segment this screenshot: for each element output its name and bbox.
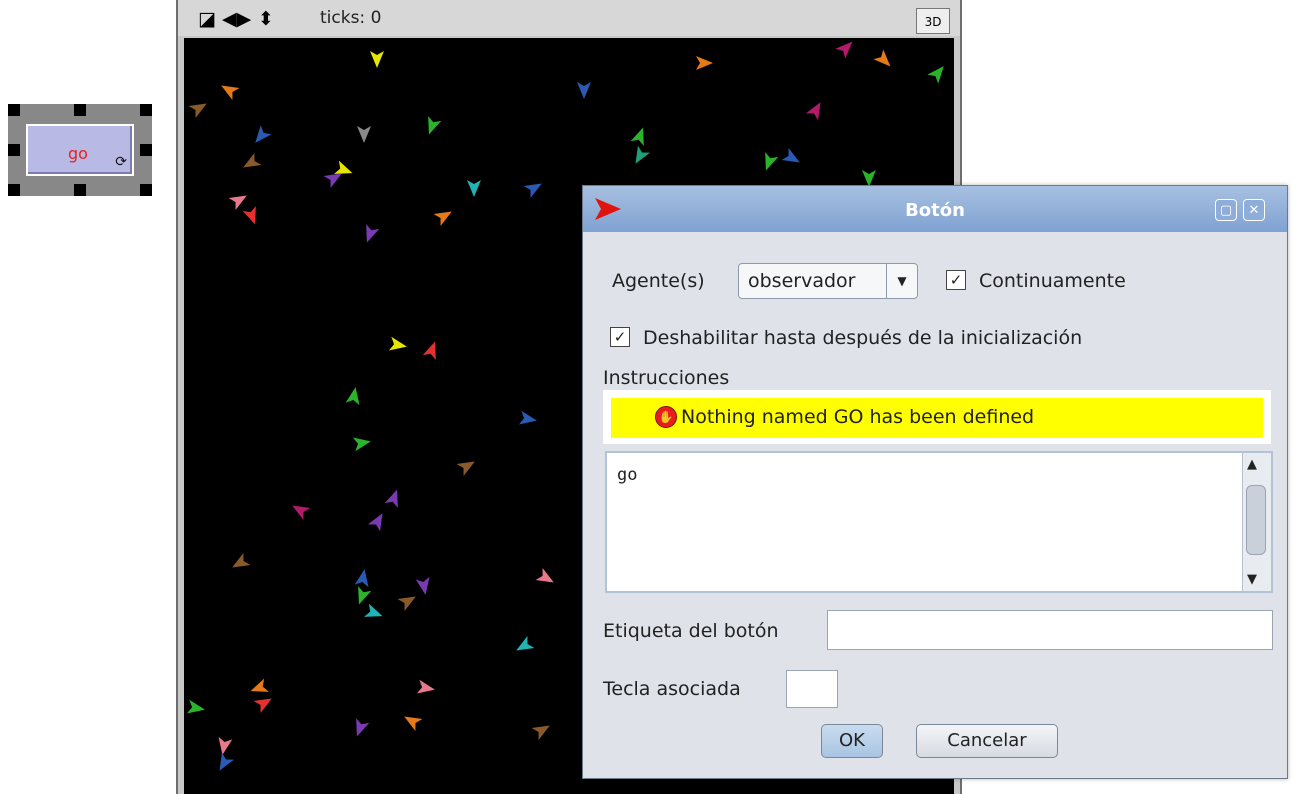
turtle xyxy=(243,152,262,168)
3d-view-button[interactable]: 3D xyxy=(916,8,950,34)
turtle xyxy=(357,126,371,143)
turtle xyxy=(358,586,372,605)
turtle xyxy=(218,736,233,755)
turtle xyxy=(765,152,779,171)
resize-handle[interactable] xyxy=(140,104,152,116)
go-button[interactable]: go ⟳ xyxy=(26,124,134,176)
restore-button[interactable]: ▢ xyxy=(1215,199,1237,221)
turtle xyxy=(292,505,311,521)
turtle xyxy=(415,576,430,595)
turtle xyxy=(467,180,481,197)
turtle xyxy=(364,603,383,617)
turtle xyxy=(523,183,542,199)
resize-handle[interactable] xyxy=(8,144,20,156)
code-text[interactable]: go xyxy=(617,465,637,485)
resize-handle[interactable] xyxy=(8,184,20,196)
agents-select[interactable]: observador ▼ xyxy=(738,263,918,299)
turtle xyxy=(927,66,944,84)
turtle xyxy=(873,49,891,67)
turtle xyxy=(384,489,398,508)
resize-handle[interactable] xyxy=(140,184,152,196)
error-highlight: ✋ Nothing named GO has been defined xyxy=(611,398,1263,438)
forever-label: Continuamente xyxy=(979,270,1126,292)
turtle xyxy=(186,699,205,714)
disable-until-setup-label: Deshabilitar hasta después de la inicial… xyxy=(643,327,1083,349)
turtle xyxy=(835,41,853,59)
agents-selected-value: observador xyxy=(748,270,856,292)
button-dialog: Botón ▢ ✕ Agente(s) observador ▼ ✓ Conti… xyxy=(582,185,1288,779)
turtle xyxy=(242,206,256,225)
turtle xyxy=(422,341,436,360)
agents-label: Agente(s) xyxy=(612,270,705,292)
turtle xyxy=(456,461,475,477)
turtle xyxy=(635,145,651,164)
turtle xyxy=(397,596,416,612)
disable-until-setup-checkbox[interactable]: ✓ xyxy=(610,327,630,347)
code-scrollbar[interactable]: ▲ ▼ xyxy=(1242,453,1271,591)
resize-handle[interactable] xyxy=(140,144,152,156)
resize-handle[interactable] xyxy=(8,104,20,116)
error-banner: ✋ Nothing named GO has been defined xyxy=(603,390,1271,444)
stop-hand-icon: ✋ xyxy=(655,406,677,428)
dialog-titlebar[interactable]: Botón ▢ ✕ xyxy=(583,186,1287,232)
turtle xyxy=(250,678,269,692)
ticks-counter: ticks: 0 xyxy=(320,8,382,28)
scroll-down-icon[interactable]: ▼ xyxy=(1247,572,1257,587)
turtle xyxy=(370,51,384,68)
go-button-label: go xyxy=(68,144,88,163)
turtle xyxy=(696,56,713,70)
resize-diagonal-icon[interactable]: ◪ xyxy=(198,8,216,30)
scroll-thumb[interactable] xyxy=(1246,485,1266,555)
cancel-button[interactable]: Cancelar xyxy=(916,724,1058,758)
chevron-down-icon: ▼ xyxy=(886,264,917,298)
go-button-widget[interactable]: go ⟳ xyxy=(8,104,152,196)
turtle xyxy=(255,125,272,143)
turtle xyxy=(367,513,383,532)
turtle xyxy=(516,635,535,651)
resize-vertical-icon[interactable]: ⬍ xyxy=(258,8,274,30)
forever-arrows-icon: ⟳ xyxy=(115,154,127,170)
dialog-title: Botón xyxy=(905,200,965,221)
resize-horizontal-icon[interactable]: ◀▶ xyxy=(222,8,251,30)
turtle xyxy=(428,116,442,135)
button-label-field[interactable] xyxy=(827,610,1273,650)
turtle xyxy=(232,552,251,568)
turtle xyxy=(433,211,452,227)
forever-checkbox[interactable]: ✓ xyxy=(946,270,966,290)
turtle xyxy=(630,127,644,146)
turtle xyxy=(577,82,591,99)
button-label-label: Etiqueta del botón xyxy=(603,620,779,642)
key-label: Tecla asociada xyxy=(603,678,741,700)
turtle xyxy=(404,716,423,732)
turtle xyxy=(345,387,360,406)
turtle xyxy=(354,569,369,588)
ok-button[interactable]: OK xyxy=(821,724,883,758)
code-editor[interactable]: go ▲ ▼ xyxy=(605,451,1273,593)
turtle xyxy=(356,718,370,737)
turtle xyxy=(188,103,207,119)
turtle xyxy=(388,336,407,351)
close-button[interactable]: ✕ xyxy=(1243,199,1265,221)
key-field[interactable] xyxy=(786,670,838,708)
turtle xyxy=(228,195,247,211)
turtle xyxy=(805,102,821,121)
turtle xyxy=(416,679,435,694)
resize-handle[interactable] xyxy=(74,184,86,196)
turtle xyxy=(781,147,800,163)
turtle xyxy=(366,224,380,243)
turtle xyxy=(518,410,537,425)
turtle xyxy=(221,85,240,101)
view-toolbar: ◪ ◀▶ ⬍ ticks: 0 3D xyxy=(178,0,960,36)
turtle xyxy=(535,567,554,583)
turtle xyxy=(253,698,272,714)
error-message: Nothing named GO has been defined xyxy=(681,406,1035,428)
turtle xyxy=(219,752,235,771)
scroll-up-icon[interactable]: ▲ xyxy=(1247,457,1257,472)
turtle xyxy=(352,437,371,452)
resize-handle[interactable] xyxy=(74,104,86,116)
turtle xyxy=(531,725,550,741)
instructions-label: Instrucciones xyxy=(603,367,730,389)
